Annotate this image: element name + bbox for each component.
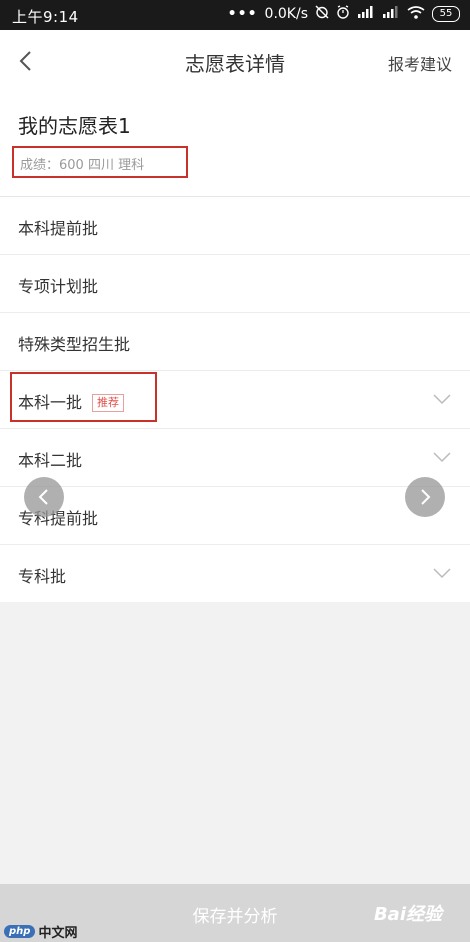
php-logo: php bbox=[4, 925, 36, 938]
network-speed: 0.0K/s bbox=[264, 6, 308, 22]
batch-row-zhuanke[interactable]: 专科批 bbox=[0, 545, 470, 602]
batch-row-zhuanxiang[interactable]: 专项计划批 bbox=[0, 255, 470, 313]
next-slide-button[interactable] bbox=[405, 477, 445, 517]
batch-row-benke-yipi[interactable]: 本科一批 推荐 bbox=[0, 371, 470, 429]
alarm-clock-icon bbox=[336, 5, 350, 23]
battery-icon: 55 bbox=[432, 6, 460, 22]
score-info: 成绩：600 四川 理科 bbox=[20, 158, 145, 173]
chevron-left-icon bbox=[38, 489, 48, 505]
status-icons: ••• 0.0K/s 55 bbox=[228, 5, 460, 23]
batch-label: 本科二批 bbox=[18, 451, 83, 470]
batch-list: 本科提前批 专项计划批 特殊类型招生批 本科一批 推荐 本科二批 专科提前批 专科… bbox=[0, 197, 470, 602]
status-time: 上午9:14 bbox=[12, 8, 79, 26]
score-highlight-box: 成绩：600 四川 理科 bbox=[12, 146, 188, 178]
baidu-watermark: Bai经验 bbox=[373, 904, 442, 925]
batch-label: 本科提前批 bbox=[18, 219, 99, 238]
batch-label-text: 本科一批 bbox=[18, 393, 83, 412]
notification-dots: ••• bbox=[227, 6, 258, 22]
batch-row-benke-erpi[interactable]: 本科二批 bbox=[0, 429, 470, 487]
signal-strength-icon bbox=[357, 6, 375, 22]
batch-label: 特殊类型招生批 bbox=[18, 335, 131, 354]
chevron-down-icon[interactable] bbox=[432, 391, 452, 407]
chevron-down-icon[interactable] bbox=[432, 449, 452, 465]
batch-label: 专科批 bbox=[18, 567, 67, 586]
recommend-badge: 推荐 bbox=[92, 394, 125, 412]
php-watermark: php 中文网 bbox=[4, 922, 77, 941]
chevron-down-icon[interactable] bbox=[432, 565, 452, 581]
batch-label: 专项计划批 bbox=[18, 277, 99, 296]
prev-slide-button[interactable] bbox=[24, 477, 64, 517]
chevron-right-icon bbox=[421, 489, 431, 505]
wifi-icon bbox=[407, 5, 425, 23]
plan-summary: 我的志愿表1 成绩：600 四川 理科 bbox=[0, 90, 470, 197]
batch-label: 本科一批 推荐 bbox=[18, 389, 125, 413]
batch-row-zhuanke-tiqian[interactable]: 专科提前批 bbox=[0, 487, 470, 545]
php-watermark-text: 中文网 bbox=[38, 926, 78, 941]
nav-header: 志愿表详情 报考建议 bbox=[0, 30, 470, 90]
advice-link[interactable]: 报考建议 bbox=[388, 51, 452, 75]
batch-row-benke-tiqian[interactable]: 本科提前批 bbox=[0, 197, 470, 255]
batch-row-teshu[interactable]: 特殊类型招生批 bbox=[0, 313, 470, 371]
plan-name: 我的志愿表1 bbox=[18, 114, 131, 138]
alarm-off-icon bbox=[315, 5, 329, 23]
signal-strength-2-icon bbox=[382, 6, 400, 22]
status-bar: 上午9:14 ••• 0.0K/s 55 bbox=[0, 0, 470, 30]
